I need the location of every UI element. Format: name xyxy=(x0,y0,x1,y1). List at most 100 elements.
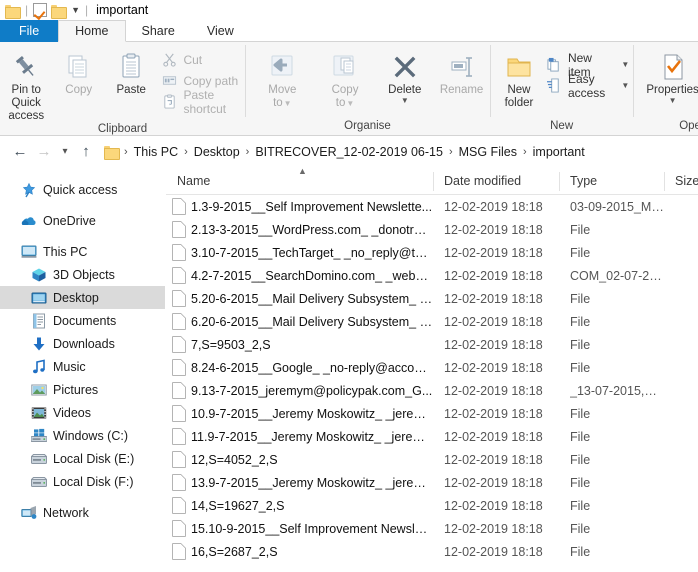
file-name-cell[interactable]: 5.20-6-2015__Mail Delivery Subsystem_ _.… xyxy=(166,287,433,310)
copy-to-button[interactable]: Copy to▼ xyxy=(314,46,377,110)
file-name-cell[interactable]: 14,S=19627_2,S xyxy=(166,494,433,517)
tab-view[interactable]: View xyxy=(191,20,250,42)
sidebar-item-windows-c[interactable]: Windows (C:) xyxy=(0,424,165,447)
easy-access-button[interactable]: Easy access ▼ xyxy=(542,72,633,100)
paste-shortcut-button[interactable]: Paste shortcut xyxy=(157,88,245,116)
table-row[interactable]: 7,S=9503_2,S 12-02-2019 18:18 File xyxy=(166,333,698,356)
file-name-cell[interactable]: 15.10-9-2015__Self Improvement Newslet..… xyxy=(166,517,433,540)
sidebar-item-local-disk-f[interactable]: Local Disk (F:) xyxy=(0,470,165,493)
recent-locations-button[interactable]: ▾ xyxy=(57,141,73,163)
file-name-cell[interactable]: 8.24-6-2015__Google_ _no-reply@accoun... xyxy=(166,356,433,379)
folder-icon[interactable] xyxy=(51,4,68,19)
forward-button[interactable]: → xyxy=(33,141,55,163)
file-name-cell[interactable]: 10.9-7-2015__Jeremy Moskowitz_ _jeremy..… xyxy=(166,402,433,425)
breadcrumb-item-this-pc[interactable]: This PC xyxy=(131,145,181,159)
sidebar-item-videos[interactable]: Videos xyxy=(0,401,165,424)
column-header-name[interactable]: ▲ Name xyxy=(166,168,433,195)
back-button[interactable]: ← xyxy=(9,141,31,163)
sidebar-item-pictures[interactable]: Pictures xyxy=(0,378,165,401)
move-to-button[interactable]: Move to▼ xyxy=(251,46,314,110)
file-size-cell xyxy=(664,241,698,264)
sidebar-item-3d-objects[interactable]: 3D Objects xyxy=(0,263,165,286)
folder-icon[interactable] xyxy=(104,145,120,160)
file-name-cell[interactable]: 16,S=2687_2,S xyxy=(166,540,433,563)
sidebar-item-music[interactable]: Music xyxy=(0,355,165,378)
table-row[interactable]: 2.13-3-2015__WordPress.com_ _donotrep...… xyxy=(166,218,698,241)
column-header-size[interactable]: Size xyxy=(664,168,698,195)
breadcrumb-separator[interactable]: › xyxy=(520,146,530,158)
table-row[interactable]: 4.2-7-2015__SearchDomino.com_ _webm... 12… xyxy=(166,264,698,287)
easy-access-dropdown-caret-icon[interactable]: ▼ xyxy=(621,81,629,90)
tab-file[interactable]: File xyxy=(0,20,59,42)
breadcrumb-separator[interactable]: › xyxy=(181,146,191,158)
file-name-cell[interactable]: 17,S=14973_2,S xyxy=(166,563,433,565)
sidebar-item-local-disk-e[interactable]: Local Disk (E:) xyxy=(0,447,165,470)
table-row[interactable]: 3.10-7-2015__TechTarget_ _no_reply@tec..… xyxy=(166,241,698,264)
table-row[interactable]: 9.13-7-2015_jeremym@policypak.com_G... 12… xyxy=(166,379,698,402)
up-button[interactable]: ↑ xyxy=(75,141,97,163)
table-row[interactable]: 14,S=19627_2,S 12-02-2019 18:18 File xyxy=(166,494,698,517)
file-name-cell[interactable]: 3.10-7-2015__TechTarget_ _no_reply@tec..… xyxy=(166,241,433,264)
column-header-type[interactable]: Type xyxy=(559,168,664,195)
sidebar-item-documents[interactable]: Documents xyxy=(0,309,165,332)
new-folder-button[interactable]: New folder xyxy=(496,46,542,110)
delete-dropdown-caret-icon[interactable]: ▼ xyxy=(401,97,409,105)
chevron-down-icon[interactable]: ▼ xyxy=(71,5,80,15)
rename-button[interactable]: Rename xyxy=(433,46,490,97)
sidebar-item-label: Music xyxy=(53,359,86,374)
file-name-cell[interactable]: 9.13-7-2015_jeremym@policypak.com_G... xyxy=(166,379,433,402)
table-row[interactable]: 13.9-7-2015__Jeremy Moskowitz_ _jeremy..… xyxy=(166,471,698,494)
table-row[interactable]: 17,S=14973_2,S12-02-2019 18:18File xyxy=(166,563,698,565)
file-name-cell[interactable]: 6.20-6-2015__Mail Delivery Subsystem_ _.… xyxy=(166,310,433,333)
file-name-cell[interactable]: 11.9-7-2015__Jeremy Moskowitz_ _jeremy..… xyxy=(166,425,433,448)
file-name-cell[interactable]: 13.9-7-2015__Jeremy Moskowitz_ _jeremy..… xyxy=(166,471,433,494)
paste-button[interactable]: Paste xyxy=(105,46,157,97)
file-icon xyxy=(172,382,186,399)
breadcrumb-separator[interactable]: › xyxy=(243,146,253,158)
breadcrumb-separator[interactable]: › xyxy=(446,146,456,158)
table-row[interactable]: 15.10-9-2015__Self Improvement Newslet..… xyxy=(166,517,698,540)
properties-button[interactable]: Properties ▼ xyxy=(639,46,698,105)
table-row[interactable]: 16,S=2687_2,S 12-02-2019 18:18 File xyxy=(166,540,698,563)
file-name-cell[interactable]: 1.3-9-2015__Self Improvement Newslette..… xyxy=(166,195,433,218)
table-row[interactable]: 10.9-7-2015__Jeremy Moskowitz_ _jeremy..… xyxy=(166,402,698,425)
table-row[interactable]: 11.9-7-2015__Jeremy Moskowitz_ _jeremy..… xyxy=(166,425,698,448)
delete-button[interactable]: Delete ▼ xyxy=(376,46,433,105)
rename-label: Rename xyxy=(439,84,484,96)
sidebar-item-this-pc[interactable]: This PC xyxy=(0,240,165,263)
table-row[interactable]: 6.20-6-2015__Mail Delivery Subsystem_ _.… xyxy=(166,310,698,333)
sidebar-item-onedrive[interactable]: OneDrive xyxy=(0,209,165,232)
table-row[interactable]: 12,S=4052_2,S 12-02-2019 18:18 File xyxy=(166,448,698,471)
breadcrumb-item-bitrecover[interactable]: BITRECOVER_12-02-2019 06-15 xyxy=(252,145,446,159)
sidebar-item-network[interactable]: Network xyxy=(0,501,165,524)
properties-icon[interactable] xyxy=(33,3,48,17)
table-row[interactable]: 5.20-6-2015__Mail Delivery Subsystem_ _.… xyxy=(166,287,698,310)
breadcrumb-separator[interactable]: › xyxy=(121,146,131,158)
file-name-cell[interactable]: 2.13-3-2015__WordPress.com_ _donotrep... xyxy=(166,218,433,241)
table-row[interactable]: 1.3-9-2015__Self Improvement Newslette..… xyxy=(166,195,698,218)
tab-home[interactable]: Home xyxy=(58,20,126,42)
file-name-label: 9.13-7-2015_jeremym@policypak.com_G... xyxy=(191,383,433,398)
file-name-cell[interactable]: 7,S=9503_2,S xyxy=(166,333,433,356)
sidebar-item-downloads[interactable]: Downloads xyxy=(0,332,165,355)
properties-dropdown-caret-icon[interactable]: ▼ xyxy=(669,97,677,105)
breadcrumb-item-desktop[interactable]: Desktop xyxy=(191,145,243,159)
file-name-cell[interactable]: 4.2-7-2015__SearchDomino.com_ _webm... xyxy=(166,264,433,287)
file-name-label: 2.13-3-2015__WordPress.com_ _donotrep... xyxy=(191,222,433,237)
table-row[interactable]: 8.24-6-2015__Google_ _no-reply@accoun...… xyxy=(166,356,698,379)
pin-to-quick-access-button[interactable]: Pin to Quick access xyxy=(0,46,52,123)
sidebar-item-quick-access[interactable]: Quick access xyxy=(0,178,165,201)
copy-to-label-2: to▼ xyxy=(335,97,355,109)
tab-share[interactable]: Share xyxy=(126,20,191,42)
copy-button[interactable]: Copy xyxy=(52,46,104,97)
cut-button[interactable]: Cut xyxy=(157,49,245,70)
new-item-dropdown-caret-icon[interactable]: ▼ xyxy=(621,60,629,69)
sidebar-item-desktop[interactable]: Desktop xyxy=(0,286,165,309)
column-header-date-modified[interactable]: Date modified xyxy=(433,168,559,195)
file-name-cell[interactable]: 12,S=4052_2,S xyxy=(166,448,433,471)
breadcrumb-item-important[interactable]: important xyxy=(530,145,588,159)
file-name-label: 13.9-7-2015__Jeremy Moskowitz_ _jeremy..… xyxy=(191,475,433,490)
file-type-label: File xyxy=(570,475,591,490)
ribbon-group-organise: Move to▼ Copy to▼ Delete ▼ Rename Organi… xyxy=(245,42,490,135)
breadcrumb-item-msg-files[interactable]: MSG Files xyxy=(456,145,520,159)
